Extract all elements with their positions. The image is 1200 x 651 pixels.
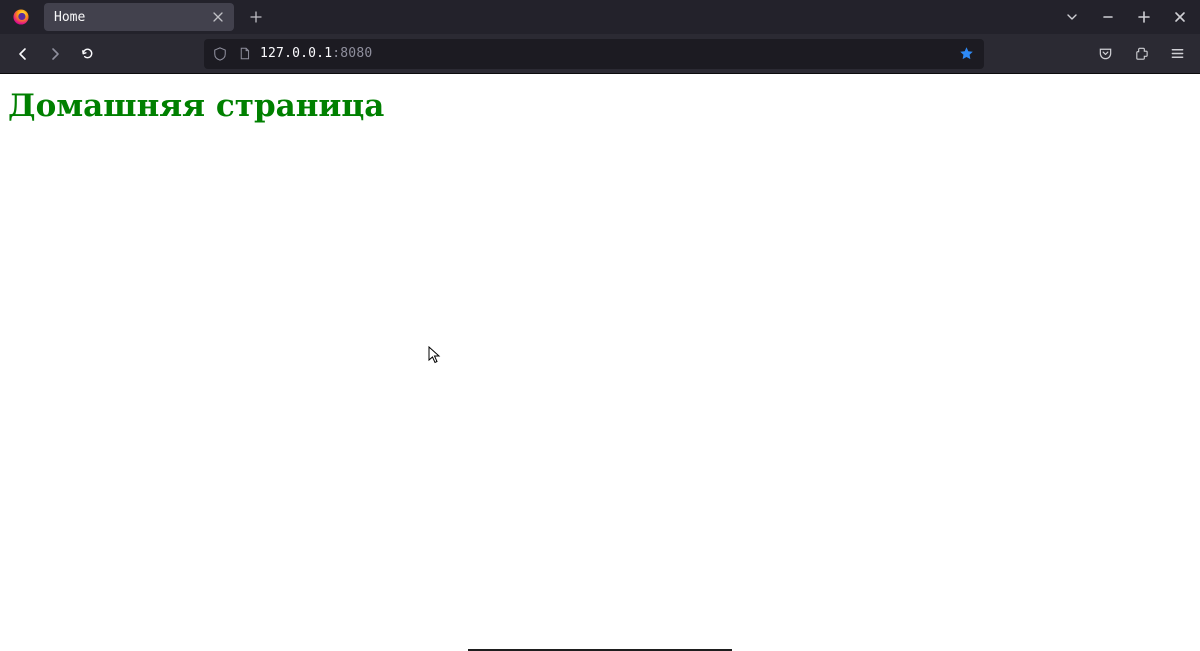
back-button[interactable] xyxy=(8,39,38,69)
window-close-button[interactable] xyxy=(1166,3,1194,31)
close-tab-button[interactable] xyxy=(210,9,226,25)
toolbar-right xyxy=(1090,39,1192,69)
titlebar: Home xyxy=(0,0,1200,34)
navbar: 127.0.0.1:8080 xyxy=(0,34,1200,74)
forward-button[interactable] xyxy=(40,39,70,69)
page-heading: Домашняя страница xyxy=(8,88,1192,124)
reload-button[interactable] xyxy=(72,39,102,69)
site-info-icon[interactable] xyxy=(236,46,252,62)
url-port: :8080 xyxy=(332,46,372,61)
bookmark-star-icon[interactable] xyxy=(956,44,976,64)
tab-title: Home xyxy=(54,10,200,25)
url-bar[interactable]: 127.0.0.1:8080 xyxy=(204,39,984,69)
app-menu-button[interactable] xyxy=(1162,39,1192,69)
list-tabs-button[interactable] xyxy=(1058,3,1086,31)
extensions-button[interactable] xyxy=(1126,39,1156,69)
url-host: 127.0.0.1 xyxy=(260,46,332,61)
tracking-shield-icon[interactable] xyxy=(212,46,228,62)
url-text: 127.0.0.1:8080 xyxy=(260,46,948,61)
firefox-logo-icon xyxy=(10,6,32,28)
active-tab[interactable]: Home xyxy=(44,3,234,31)
window-minimize-button[interactable] xyxy=(1094,3,1122,31)
window-maximize-button[interactable] xyxy=(1130,3,1158,31)
new-tab-button[interactable] xyxy=(242,3,270,31)
page-content: Домашняя страница xyxy=(0,74,1200,651)
pocket-button[interactable] xyxy=(1090,39,1120,69)
